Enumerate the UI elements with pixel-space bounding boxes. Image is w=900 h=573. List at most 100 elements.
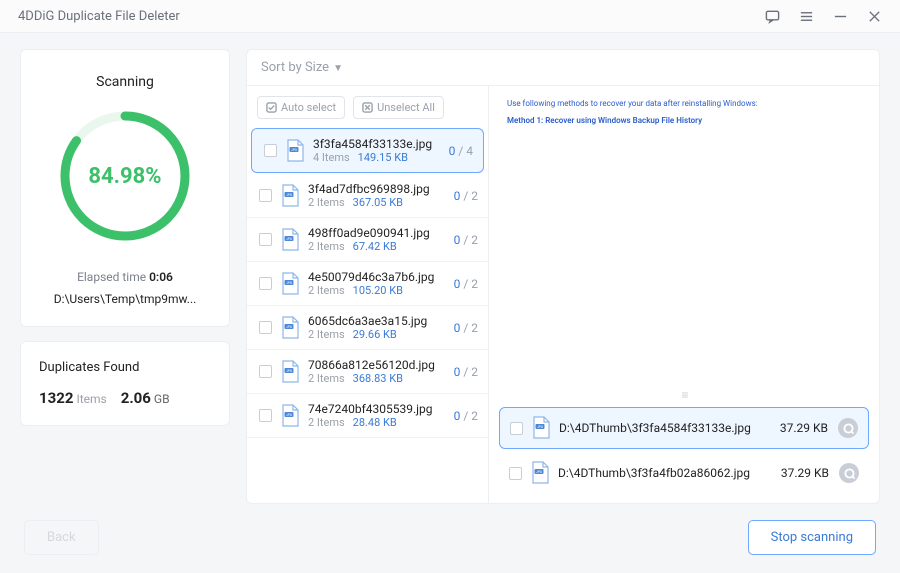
- group-list[interactable]: Auto select Unselect All JPG 3f3fa4584f3…: [247, 86, 489, 503]
- group-checkbox[interactable]: [259, 189, 272, 202]
- progress-ring: 84.98%: [55, 106, 195, 246]
- sort-dropdown[interactable]: Sort by Size▼: [246, 49, 880, 86]
- jpg-file-icon: JPG: [280, 316, 300, 340]
- jpg-file-icon: JPG: [285, 139, 305, 163]
- titlebar: 4DDiG Duplicate File Deleter: [0, 0, 900, 33]
- minimize-icon[interactable]: [832, 8, 848, 24]
- preview-button[interactable]: [839, 463, 859, 483]
- group-item[interactable]: JPG 498ff0ad9e090941.jpg 2 Items 67.42 K…: [247, 218, 488, 262]
- file-row[interactable]: JPG D:\4DThumb\3f3fa4fb02a86062.jpg 37.2…: [499, 453, 869, 493]
- group-checkbox[interactable]: [264, 144, 277, 157]
- jpg-file-icon: JPG: [280, 272, 300, 296]
- chevron-down-icon: ▼: [333, 63, 343, 74]
- group-items-label: 2 Items: [308, 328, 345, 341]
- duplicates-heading: Duplicates Found: [39, 360, 211, 375]
- svg-text:JPG: JPG: [286, 413, 292, 417]
- jpg-file-icon: JPG: [531, 416, 551, 440]
- left-panel: Scanning 84.98% Elapsed time 0:06 D:\Use…: [20, 49, 230, 504]
- group-size: 367.05 KB: [353, 196, 403, 209]
- group-item[interactable]: JPG 6065dc6a3ae3a15.jpg 2 Items 29.66 KB…: [247, 306, 488, 350]
- group-checkbox[interactable]: [259, 365, 272, 378]
- group-item[interactable]: JPG 4e50079d46c3a7b6.jpg 2 Items 105.20 …: [247, 262, 488, 306]
- group-selection-count: 0 / 4: [449, 144, 473, 158]
- stop-scanning-button[interactable]: Stop scanning: [748, 520, 876, 555]
- group-item[interactable]: JPG 3f3fa4584f33133e.jpg 4 Items 149.15 …: [251, 128, 484, 173]
- svg-text:JPG: JPG: [537, 425, 543, 429]
- jpg-file-icon: JPG: [530, 461, 550, 485]
- app-title: 4DDiG Duplicate File Deleter: [18, 9, 180, 24]
- svg-text:JPG: JPG: [286, 369, 292, 373]
- scan-path: D:\Users\Temp\tmp9mw...: [54, 292, 197, 306]
- svg-text:JPG: JPG: [286, 193, 292, 197]
- group-size: 28.48 KB: [353, 416, 397, 429]
- window-controls: [764, 8, 882, 24]
- preview-pane: Use following methods to recover your da…: [489, 86, 879, 389]
- group-checkbox[interactable]: [259, 233, 272, 246]
- file-path: D:\4DThumb\3f3fa4fb02a86062.jpg: [558, 466, 771, 480]
- splitter-handle[interactable]: [489, 389, 879, 401]
- svg-text:JPG: JPG: [291, 148, 297, 152]
- group-filename: 4e50079d46c3a7b6.jpg: [308, 270, 448, 284]
- group-selection-count: 0 / 2: [454, 409, 478, 423]
- group-items-label: 4 Items: [313, 151, 350, 164]
- preview-text-2: Method 1: Recover using Windows Backup F…: [507, 115, 861, 128]
- feedback-icon[interactable]: [764, 8, 780, 24]
- svg-text:JPG: JPG: [286, 237, 292, 241]
- group-toolbar: Auto select Unselect All: [247, 86, 488, 127]
- jpg-file-icon: JPG: [280, 184, 300, 208]
- jpg-file-icon: JPG: [280, 360, 300, 384]
- close-icon[interactable]: [866, 8, 882, 24]
- results-panel: Sort by Size▼ Auto select Unselect All J…: [246, 49, 880, 504]
- group-size: 29.66 KB: [353, 328, 397, 341]
- group-selection-count: 0 / 2: [454, 365, 478, 379]
- main-area: Scanning 84.98% Elapsed time 0:06 D:\Use…: [0, 33, 900, 504]
- svg-text:JPG: JPG: [286, 325, 292, 329]
- back-button[interactable]: Back: [24, 520, 99, 555]
- detail-panel: Use following methods to recover your da…: [489, 86, 879, 503]
- group-selection-count: 0 / 2: [454, 277, 478, 291]
- scan-card: Scanning 84.98% Elapsed time 0:06 D:\Use…: [20, 49, 230, 327]
- group-filename: 498ff0ad9e090941.jpg: [308, 226, 448, 240]
- jpg-file-icon: JPG: [280, 228, 300, 252]
- group-filename: 6065dc6a3ae3a15.jpg: [308, 314, 448, 328]
- file-row[interactable]: JPG D:\4DThumb\3f3fa4584f33133e.jpg 37.2…: [499, 407, 869, 449]
- jpg-file-icon: JPG: [280, 404, 300, 428]
- auto-select-button[interactable]: Auto select: [257, 96, 345, 119]
- duplicates-size: 2.06GB: [121, 389, 170, 407]
- group-items-label: 2 Items: [308, 416, 345, 429]
- file-size: 37.29 KB: [781, 466, 829, 480]
- group-items-label: 2 Items: [308, 196, 345, 209]
- file-checkbox[interactable]: [510, 422, 523, 435]
- duplicates-card: Duplicates Found 1322Items 2.06GB: [20, 341, 230, 426]
- results-body: Auto select Unselect All JPG 3f3fa4584f3…: [246, 86, 880, 504]
- group-filename: 74e7240bf4305539.jpg: [308, 402, 448, 416]
- group-filename: 3f4ad7dfbc969898.jpg: [308, 182, 448, 196]
- file-list: JPG D:\4DThumb\3f3fa4584f33133e.jpg 37.2…: [489, 401, 879, 503]
- duplicates-count: 1322Items: [39, 389, 107, 407]
- group-checkbox[interactable]: [259, 321, 272, 334]
- group-item[interactable]: JPG 74e7240bf4305539.jpg 2 Items 28.48 K…: [247, 394, 488, 438]
- file-size: 37.29 KB: [780, 421, 828, 435]
- group-checkbox[interactable]: [259, 277, 272, 290]
- group-size: 368.83 KB: [353, 372, 403, 385]
- menu-icon[interactable]: [798, 8, 814, 24]
- scan-heading: Scanning: [96, 74, 154, 90]
- group-items-label: 2 Items: [308, 284, 345, 297]
- file-checkbox[interactable]: [509, 467, 522, 480]
- svg-text:JPG: JPG: [286, 281, 292, 285]
- group-checkbox[interactable]: [259, 409, 272, 422]
- group-selection-count: 0 / 2: [454, 321, 478, 335]
- group-filename: 70866a812e56120d.jpg: [308, 358, 448, 372]
- duplicates-stats: 1322Items 2.06GB: [39, 389, 211, 407]
- group-item[interactable]: JPG 3f4ad7dfbc969898.jpg 2 Items 367.05 …: [247, 174, 488, 218]
- unselect-all-button[interactable]: Unselect All: [353, 96, 444, 119]
- group-items-label: 2 Items: [308, 372, 345, 385]
- group-size: 149.15 KB: [358, 151, 408, 164]
- group-selection-count: 0 / 2: [454, 189, 478, 203]
- footer: Back Stop scanning: [0, 504, 900, 573]
- group-selection-count: 0 / 2: [454, 233, 478, 247]
- elapsed-time: Elapsed time 0:06: [77, 270, 173, 284]
- preview-text-1: Use following methods to recover your da…: [507, 98, 861, 111]
- group-item[interactable]: JPG 70866a812e56120d.jpg 2 Items 368.83 …: [247, 350, 488, 394]
- preview-button[interactable]: [838, 418, 858, 438]
